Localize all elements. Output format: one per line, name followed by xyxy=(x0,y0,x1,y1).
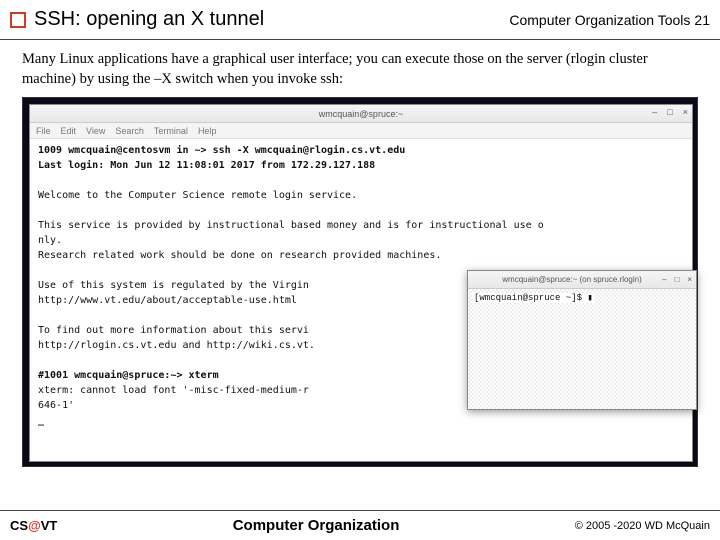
menu-terminal[interactable]: Terminal xyxy=(154,126,188,136)
terminal-main-titlebar: wmcquain@spruce:~ – □ × xyxy=(30,105,692,123)
terminal-line: Last login: Mon Jun 12 11:08:01 2017 fro… xyxy=(38,158,684,173)
terminal-xterm-titlebar: wmcquain@spruce:~ (on spruce.rlogin) – □… xyxy=(468,271,696,289)
course-label: Computer Organization Tools xyxy=(509,12,690,28)
menu-view[interactable]: View xyxy=(86,126,105,136)
slide-header: SSH: opening an X tunnel Computer Organi… xyxy=(0,0,720,37)
terminal-main-title: wmcquain@spruce:~ xyxy=(319,109,403,119)
terminal-line: _ xyxy=(38,413,684,428)
body-paragraph: Many Linux applications have a graphical… xyxy=(0,40,720,97)
terminal-main-window-controls: – □ × xyxy=(652,107,688,117)
menu-edit[interactable]: Edit xyxy=(61,126,77,136)
terminal-xterm-prompt: [wmcquain@spruce ~]$ ▮ xyxy=(472,293,595,303)
terminal-main-menubar: File Edit View Search Terminal Help xyxy=(30,123,692,139)
footer-at: @ xyxy=(28,518,41,533)
slide-footer: CS@VT Computer Organization © 2005 -2020… xyxy=(0,510,720,540)
terminal-line: Research related work should be done on … xyxy=(38,248,684,263)
close-icon[interactable]: × xyxy=(683,107,688,117)
maximize-icon[interactable]: □ xyxy=(674,275,679,284)
footer-cs: CS xyxy=(10,518,28,533)
slide-title: SSH: opening an X tunnel xyxy=(34,8,509,31)
terminal-xterm-title: wmcquain@spruce:~ (on spruce.rlogin) xyxy=(482,275,662,284)
terminal-line xyxy=(38,173,684,188)
footer-vt: VT xyxy=(41,518,58,533)
terminal-line: nly. xyxy=(38,233,684,248)
terminal-line xyxy=(38,203,684,218)
slide: SSH: opening an X tunnel Computer Organi… xyxy=(0,0,720,540)
terminal-line: This service is provided by instructiona… xyxy=(38,218,684,233)
menu-search[interactable]: Search xyxy=(115,126,144,136)
maximize-icon[interactable]: □ xyxy=(667,107,672,117)
screenshot-area: wmcquain@spruce:~ – □ × File Edit View S… xyxy=(22,97,698,467)
footer-right: © 2005 -2020 WD McQuain xyxy=(575,520,710,532)
terminal-xterm-window: wmcquain@spruce:~ (on spruce.rlogin) – □… xyxy=(467,270,697,410)
menu-file[interactable]: File xyxy=(36,126,51,136)
close-icon[interactable]: × xyxy=(687,275,692,284)
terminal-xterm-window-controls: – □ × xyxy=(662,275,692,284)
terminal-xterm-body: [wmcquain@spruce ~]$ ▮ xyxy=(468,289,696,409)
menu-help[interactable]: Help xyxy=(198,126,217,136)
footer-center: Computer Organization xyxy=(233,517,400,534)
minimize-icon[interactable]: – xyxy=(652,107,657,117)
footer-left: CS@VT xyxy=(10,518,57,533)
terminal-line: 1009 wmcquain@centosvm in ~> ssh -X wmcq… xyxy=(38,143,684,158)
header-square-icon xyxy=(10,12,26,28)
terminal-line: Welcome to the Computer Science remote l… xyxy=(38,188,684,203)
page-number: 21 xyxy=(694,12,710,28)
minimize-icon[interactable]: – xyxy=(662,275,666,284)
